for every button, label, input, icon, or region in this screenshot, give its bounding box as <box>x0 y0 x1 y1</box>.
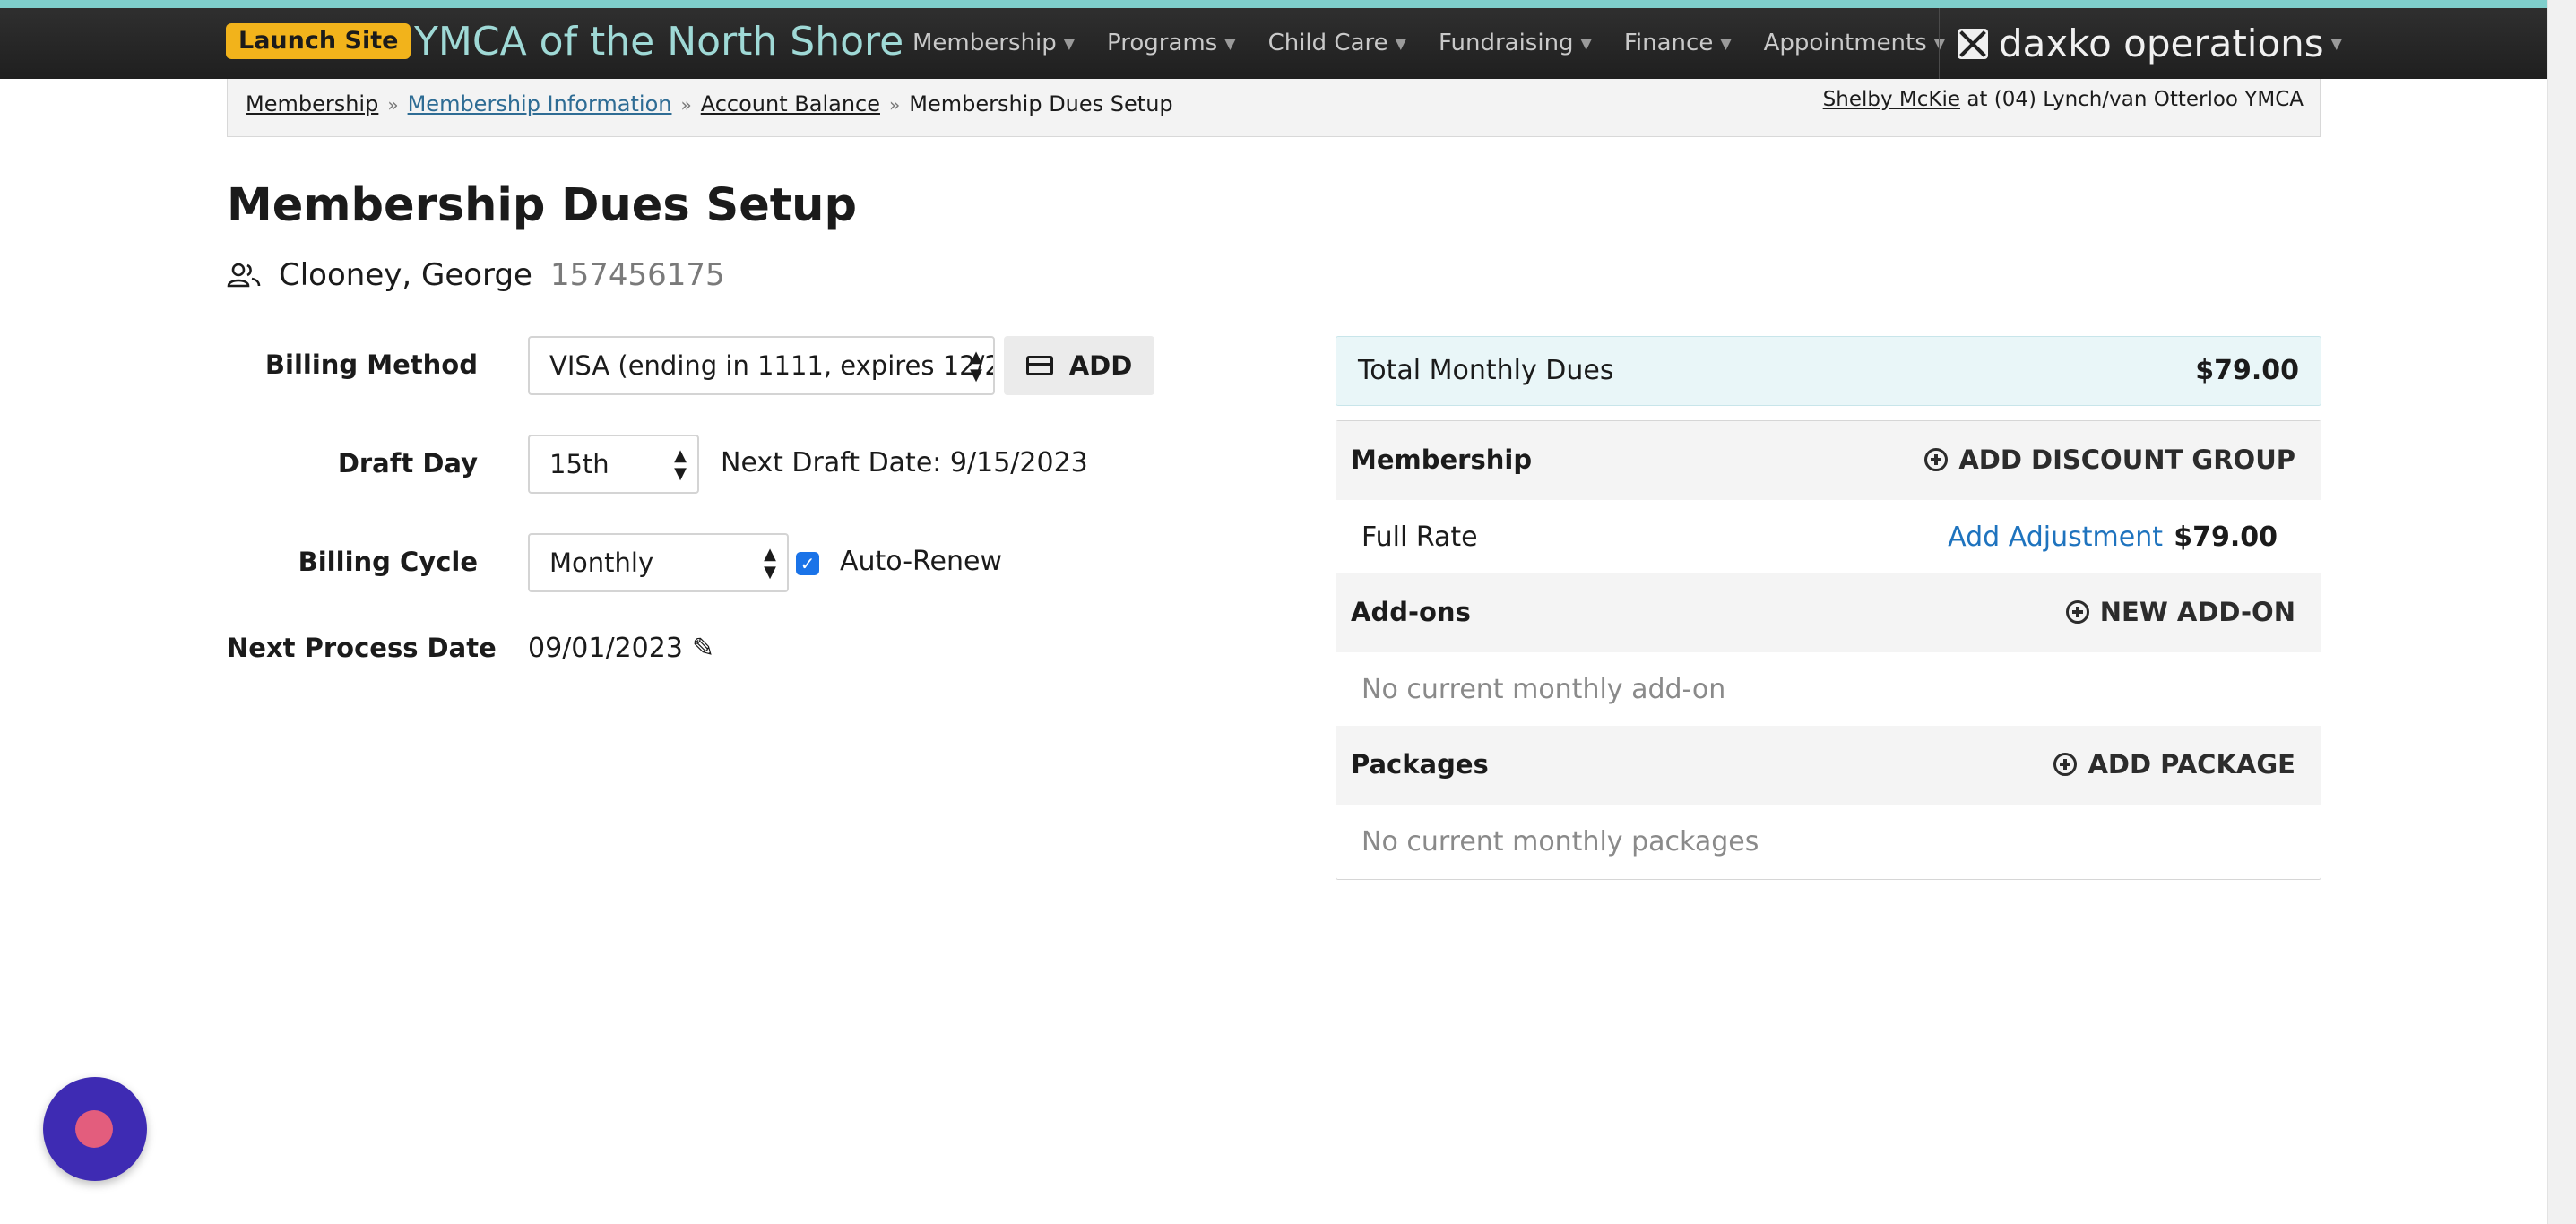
membership-heading: Membership <box>1351 444 1533 475</box>
add-package-label: ADD PACKAGE <box>2088 749 2295 780</box>
add-discount-group-label: ADD DISCOUNT GROUP <box>1958 444 2295 475</box>
breadcrumb-separator: » <box>888 94 901 116</box>
daxko-brand-menu[interactable]: daxko operations ▼ <box>1939 8 2548 79</box>
total-monthly-dues: Total Monthly Dues $79.00 <box>1336 336 2321 406</box>
breadcrumb-current: Membership Dues Setup <box>909 91 1173 116</box>
breadcrumb-account-balance[interactable]: Account Balance <box>701 91 880 116</box>
nav-membership-label: Membership <box>912 30 1057 56</box>
auto-renew-checkbox[interactable]: ✓ <box>796 552 819 575</box>
draft-day-select[interactable]: 15th ▲ ▼ <box>528 435 699 494</box>
next-process-date-value: 09/01/2023 <box>528 633 683 664</box>
page-scrollbar[interactable] <box>2547 0 2576 1224</box>
pencil-icon[interactable]: ✎ <box>692 633 714 664</box>
member-name: Clooney, George <box>279 257 532 293</box>
breadcrumb: Membership » Membership Information » Accoun… <box>227 79 2321 137</box>
dues-breakdown-panel: Membership ADD DISCOUNT GROUP Full Rate … <box>1336 420 2321 880</box>
nav-child-care-label: Child Care <box>1267 30 1388 56</box>
daxko-logo-icon <box>1958 28 1988 59</box>
billing-method-label: Billing Method <box>264 349 478 380</box>
breadcrumb-separator: » <box>387 94 399 116</box>
select-arrows-icon: ▲ ▼ <box>674 446 687 483</box>
draft-day-value: 15th <box>549 449 609 479</box>
caret-down-icon: ▼ <box>1395 35 1406 52</box>
nav-programs[interactable]: Programs ▼ <box>1091 8 1252 79</box>
plus-circle-icon <box>2065 600 2089 624</box>
packages-section-header: Packages ADD PACKAGE <box>1336 726 2321 805</box>
people-icon <box>227 263 261 288</box>
rate-value: $79.00 <box>2174 521 2278 553</box>
select-arrows-icon: ▲ ▼ <box>970 348 982 384</box>
select-arrows-icon: ▲ ▼ <box>764 545 776 582</box>
add-button-label: ADD <box>1068 350 1133 381</box>
plus-circle-icon <box>2053 753 2078 776</box>
addons-empty-text: No current monthly add-on <box>1361 674 1726 705</box>
nav-programs-label: Programs <box>1107 30 1218 56</box>
user-location-text: at (04) Lynch/van Otterloo YMCA <box>1967 88 2304 111</box>
billing-method-select[interactable]: VISA (ending in 1111, expires 12/20 ▲ ▼ <box>528 336 995 395</box>
auto-renew-label: Auto-Renew <box>840 546 1002 577</box>
breadcrumb-membership[interactable]: Membership <box>246 91 378 116</box>
caret-down-icon: ▼ <box>1063 35 1076 52</box>
membership-rate-row: Full Rate Add Adjustment $79.00 <box>1336 500 2321 573</box>
rate-label: Full Rate <box>1361 521 1478 553</box>
add-discount-group-button[interactable]: ADD DISCOUNT GROUP <box>1924 444 2295 475</box>
nav-child-care[interactable]: Child Care ▼ <box>1252 8 1422 79</box>
caret-down-icon: ▼ <box>2330 35 2342 52</box>
draft-day-label: Draft Day <box>337 448 478 478</box>
packages-heading: Packages <box>1351 749 1489 780</box>
addons-heading: Add-ons <box>1351 597 1471 627</box>
addons-empty-row: No current monthly add-on <box>1336 652 2321 726</box>
member-header: Clooney, George 157456175 <box>227 257 725 293</box>
main-nav: Membership ▼ Programs ▼ Child Care ▼ Fundra… <box>896 8 1961 79</box>
packages-empty-text: No current monthly packages <box>1361 826 1759 858</box>
billing-cycle-value: Monthly <box>549 547 654 578</box>
credit-card-icon <box>1025 356 1053 375</box>
billing-method-value: VISA (ending in 1111, expires 12/20 <box>549 350 995 381</box>
new-add-on-button[interactable]: NEW ADD-ON <box>2065 597 2295 627</box>
nav-appointments[interactable]: Appointments ▼ <box>1748 8 1961 79</box>
add-adjustment-link[interactable]: Add Adjustment <box>1948 521 2163 553</box>
site-name[interactable]: YMCA of the North Shore <box>414 17 903 67</box>
billing-cycle-select[interactable]: Monthly ▲ ▼ <box>528 533 789 592</box>
total-label: Total Monthly Dues <box>1358 355 1614 386</box>
membership-section-header: Membership ADD DISCOUNT GROUP <box>1336 421 2321 500</box>
nav-fundraising[interactable]: Fundraising ▼ <box>1422 8 1608 79</box>
packages-empty-row: No current monthly packages <box>1336 805 2321 878</box>
new-add-on-label: NEW ADD-ON <box>2099 597 2295 627</box>
plus-circle-icon <box>1924 448 1949 471</box>
total-value: $79.00 <box>2195 355 2299 386</box>
top-navigation-bar: Launch Site YMCA of the North Shore Memb… <box>0 0 2548 79</box>
caret-down-icon: ▼ <box>1580 35 1592 52</box>
addons-section-header: Add-ons NEW ADD-ON <box>1336 573 2321 652</box>
brand-label: daxko operations <box>1999 22 2324 65</box>
breadcrumb-separator: » <box>680 94 692 116</box>
page-title: Membership Dues Setup <box>227 179 857 232</box>
user-link[interactable]: Shelby McKie <box>1823 88 1960 111</box>
launch-site-button[interactable]: Launch Site <box>226 23 411 59</box>
add-payment-method-button[interactable]: ADD <box>1004 336 1154 395</box>
member-id: 157456175 <box>549 257 725 293</box>
nav-finance[interactable]: Finance ▼ <box>1608 8 1748 79</box>
next-process-date-label: Next Process Date <box>227 633 497 663</box>
nav-appointments-label: Appointments <box>1763 30 1927 56</box>
caret-down-icon: ▼ <box>1720 35 1732 52</box>
next-process-date: 09/01/2023 ✎ <box>528 633 714 664</box>
chat-launcher-button[interactable] <box>43 1077 147 1181</box>
nav-membership[interactable]: Membership ▼ <box>896 8 1091 79</box>
billing-cycle-label: Billing Cycle <box>298 547 478 577</box>
nav-finance-label: Finance <box>1623 30 1714 56</box>
add-package-button[interactable]: ADD PACKAGE <box>2053 749 2295 780</box>
caret-down-icon: ▼ <box>1224 35 1236 52</box>
breadcrumb-membership-information[interactable]: Membership Information <box>408 91 672 116</box>
current-user-location: Shelby McKie at (04) Lynch/van Otterloo … <box>1823 88 2304 111</box>
next-draft-date: Next Draft Date: 9/15/2023 <box>721 447 1088 478</box>
nav-fundraising-label: Fundraising <box>1438 30 1574 56</box>
